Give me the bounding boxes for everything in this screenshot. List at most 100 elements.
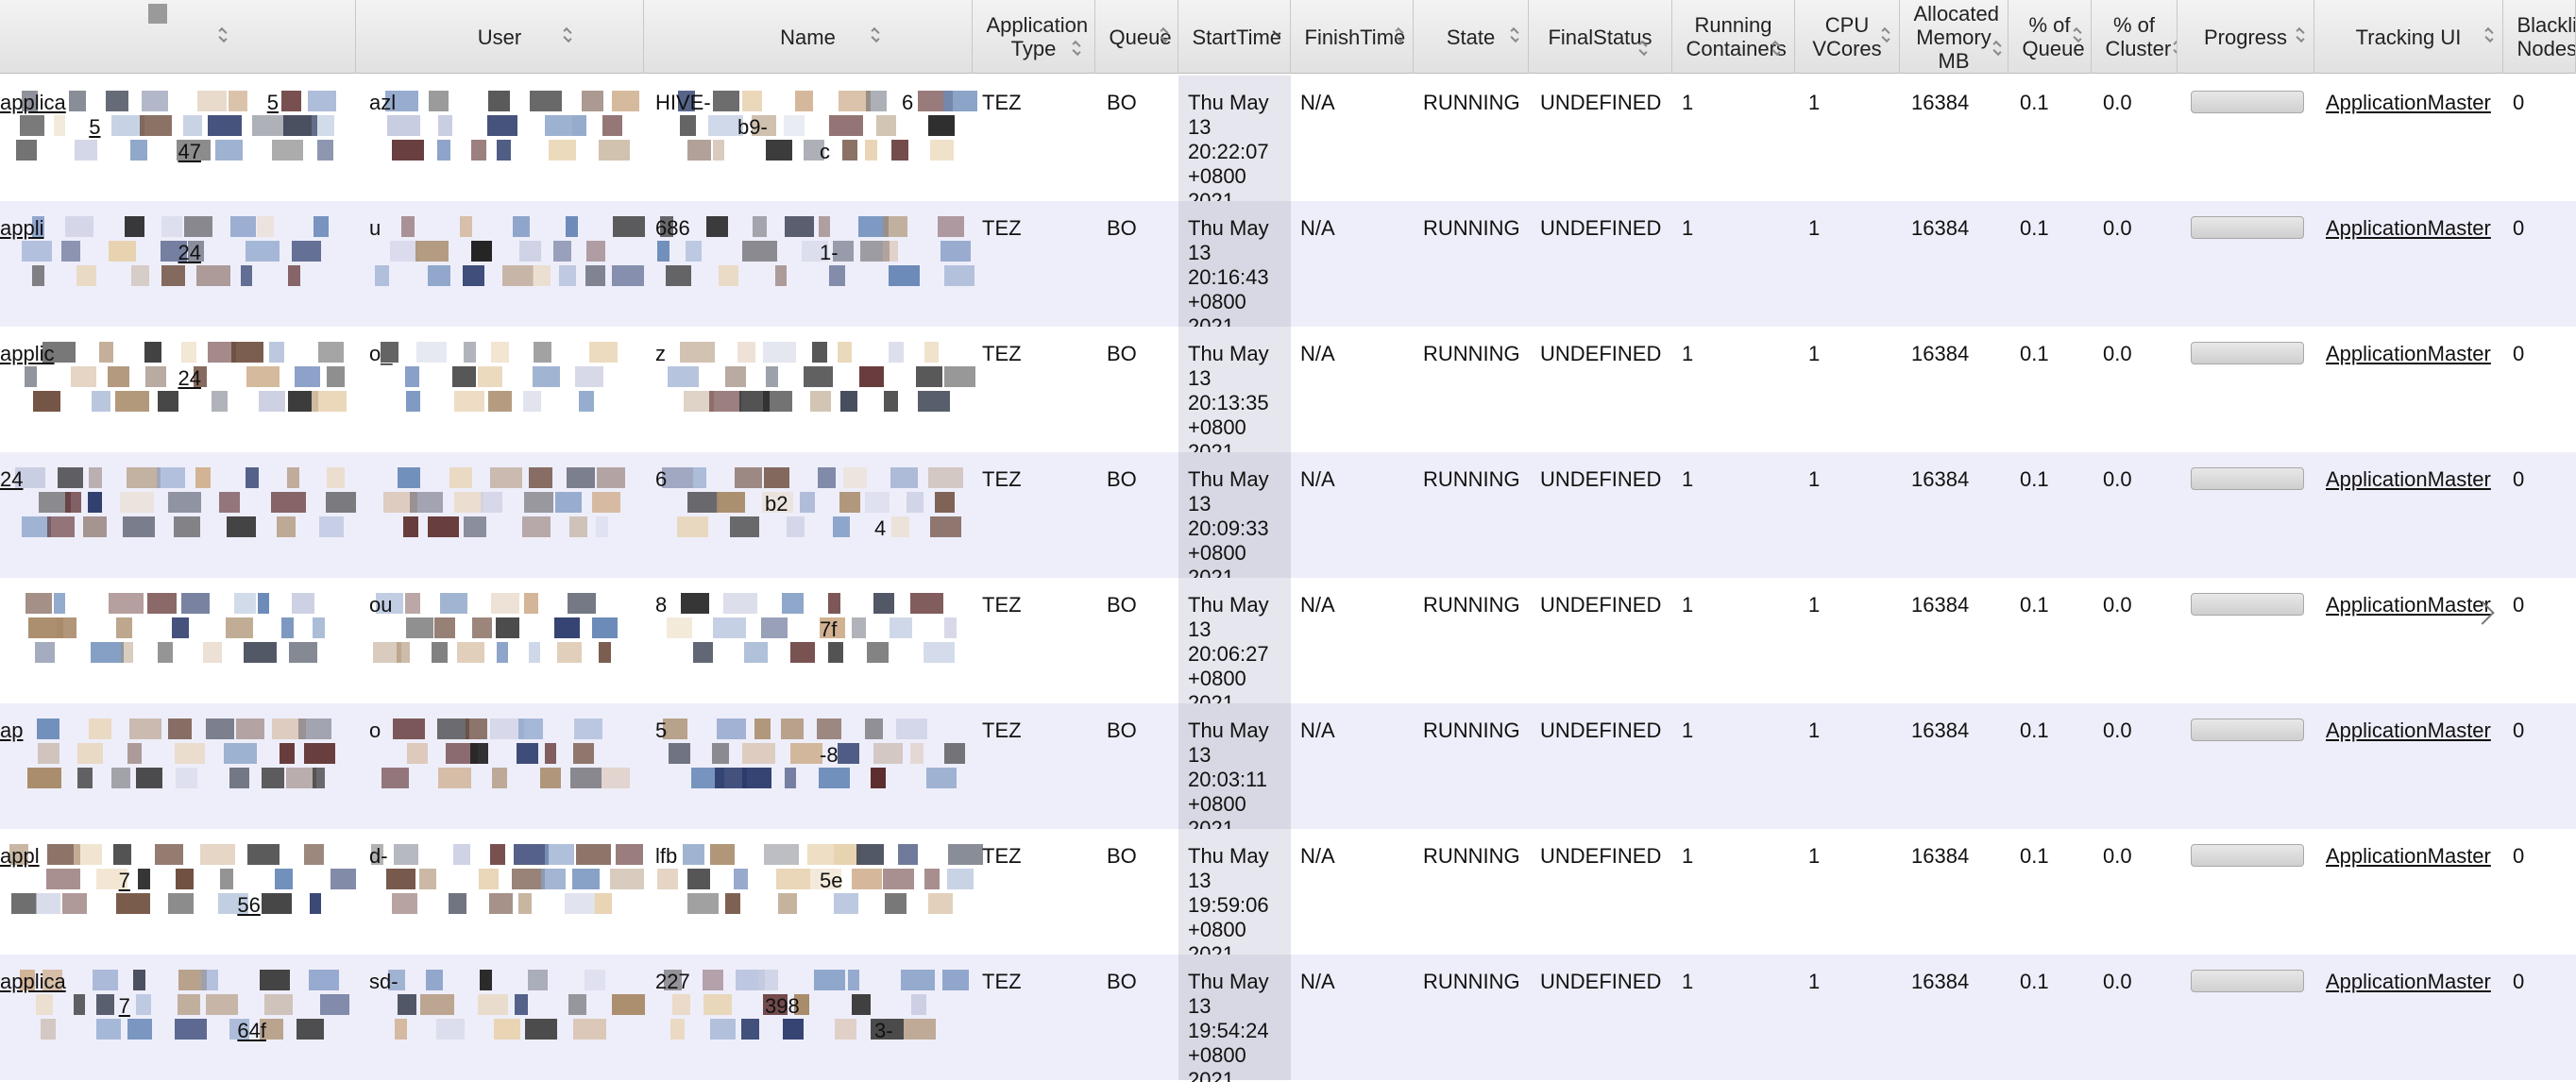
redaction-block	[776, 869, 810, 889]
redaction-block	[916, 366, 942, 387]
cell-start-time: Thu May 13 20:06:27 +0800 2021	[1178, 578, 1291, 715]
application-id-link[interactable]: 64f	[237, 1019, 266, 1043]
redaction-block	[610, 869, 644, 889]
tracking-ui-link[interactable]: ApplicationMaster	[2326, 452, 2491, 578]
redaction-block	[795, 91, 813, 111]
cell-queue: BO	[1107, 91, 1137, 114]
redaction-block	[829, 265, 845, 286]
sort-icon[interactable]	[1393, 26, 1406, 45]
sort-icon[interactable]	[1770, 40, 1783, 59]
application-id-link[interactable]: appli	[0, 216, 43, 241]
column-header-blacklisted-nodes[interactable]: Blacklisted Nodes	[2503, 0, 2576, 74]
redaction-block	[272, 140, 303, 161]
application-id-link[interactable]: 7	[119, 869, 130, 893]
column-header-label: Allocated Memory MB	[1913, 1, 2000, 73]
column-header-name[interactable]: Name	[644, 0, 973, 74]
tracking-ui-link[interactable]: ApplicationMaster	[2326, 829, 2491, 955]
column-header-user[interactable]: User	[356, 0, 644, 74]
tracking-ui-link[interactable]: ApplicationMaster	[2326, 201, 2491, 327]
redaction-block	[719, 265, 738, 286]
redaction-block	[246, 467, 259, 488]
cell-cpu-vcores: 1	[1808, 844, 1821, 868]
application-id-link[interactable]: applica	[0, 970, 66, 994]
column-header-start-time[interactable]: StartTime	[1178, 0, 1291, 74]
cell-allocated-memory: 16384	[1911, 719, 1970, 742]
application-id-link[interactable]: ap	[0, 719, 23, 743]
column-header-allocated-memory[interactable]: Allocated Memory MB	[1900, 0, 2008, 74]
redaction-block	[405, 366, 419, 387]
redaction-block	[74, 844, 102, 865]
column-header-finish-time[interactable]: FinishTime	[1291, 0, 1414, 74]
column-header-label: Progress	[2203, 25, 2288, 49]
user-text: u	[369, 216, 381, 240]
redaction-block	[390, 241, 418, 262]
sort-icon[interactable]	[216, 26, 229, 45]
column-header-progress[interactable]: Progress	[2178, 0, 2314, 74]
tracking-ui-link[interactable]: ApplicationMaster	[2326, 76, 2491, 201]
application-id-link[interactable]: 56	[237, 893, 260, 918]
sort-icon[interactable]	[869, 26, 882, 45]
cell-finish-time: N/A	[1300, 593, 1335, 617]
column-header-state[interactable]: State	[1414, 0, 1529, 74]
sort-icon[interactable]	[1508, 26, 1521, 45]
redaction-block	[545, 743, 556, 764]
sort-icon[interactable]	[1158, 26, 1171, 45]
cell-blacklisted-nodes: 0	[2513, 719, 2525, 742]
application-id-link[interactable]: appl	[0, 844, 40, 869]
tracking-ui-link[interactable]: ApplicationMaster	[2326, 578, 2491, 703]
sort-icon[interactable]	[1879, 26, 1892, 45]
cell-final-status: UNDEFINED	[1540, 719, 1662, 742]
sort-icon[interactable]	[1991, 40, 2004, 59]
sort-desc-icon[interactable]	[1270, 26, 1283, 45]
column-header-cpu-vcores[interactable]: CPU VCores	[1795, 0, 1900, 74]
application-id-link[interactable]: 5	[267, 91, 279, 115]
column-header-pct-queue[interactable]: % of Queue	[2008, 0, 2092, 74]
redaction-block	[924, 642, 955, 663]
cell-app-type: TEZ	[982, 593, 1022, 617]
application-id-link[interactable]: 24	[0, 467, 23, 492]
application-id-link[interactable]: applica	[0, 91, 66, 115]
sort-icon[interactable]	[561, 26, 574, 45]
redaction-block	[596, 516, 608, 537]
redaction-block	[231, 342, 263, 363]
redaction-block	[92, 391, 110, 412]
redaction-block	[123, 516, 155, 537]
redaction-block	[710, 844, 735, 865]
redaction-block	[681, 593, 709, 614]
redaction-block	[318, 342, 344, 363]
redaction-block	[712, 743, 729, 764]
tracking-ui-link[interactable]: ApplicationMaster	[2326, 703, 2491, 829]
redaction-block	[83, 516, 107, 537]
cell-running-containers: 1	[1682, 342, 1694, 365]
sort-down-arrow	[1771, 46, 1781, 57]
application-id-link[interactable]: 47	[178, 140, 201, 164]
redaction-block	[215, 140, 243, 161]
redaction-block	[438, 768, 471, 788]
redaction-block	[528, 970, 548, 990]
tracking-ui-link[interactable]: ApplicationMaster	[2326, 955, 2491, 1080]
application-id-link[interactable]: 24	[178, 241, 201, 265]
column-header-id[interactable]	[0, 0, 356, 74]
column-header-final-status[interactable]: FinalStatus	[1529, 0, 1672, 74]
sort-icon[interactable]	[2071, 26, 2084, 45]
column-header-queue[interactable]: Queue	[1095, 0, 1178, 74]
redaction-block	[262, 768, 284, 788]
sort-icon[interactable]	[2171, 40, 2177, 59]
column-header-pct-cluster[interactable]: % of Cluster	[2092, 0, 2178, 74]
column-header-tracking-ui[interactable]: Tracking UI	[2314, 0, 2503, 74]
column-header-app-type[interactable]: Application Type	[973, 0, 1095, 74]
application-id-link[interactable]: 24	[178, 366, 201, 391]
sort-icon[interactable]	[1070, 40, 1083, 59]
tracking-ui-link[interactable]: ApplicationMaster	[2326, 327, 2491, 452]
application-id-link[interactable]: 5	[89, 115, 100, 140]
application-id-link[interactable]: 7	[119, 994, 130, 1019]
redaction-block	[819, 216, 830, 237]
sort-icon[interactable]	[1636, 40, 1650, 59]
sort-icon[interactable]	[2294, 26, 2307, 45]
application-id-link[interactable]: applic	[0, 342, 54, 366]
redaction-block	[730, 516, 759, 537]
redaction-block	[22, 241, 52, 262]
redaction-block	[144, 342, 161, 363]
column-header-running-containers[interactable]: Running Containers	[1672, 0, 1795, 74]
sort-icon[interactable]	[2483, 26, 2496, 45]
